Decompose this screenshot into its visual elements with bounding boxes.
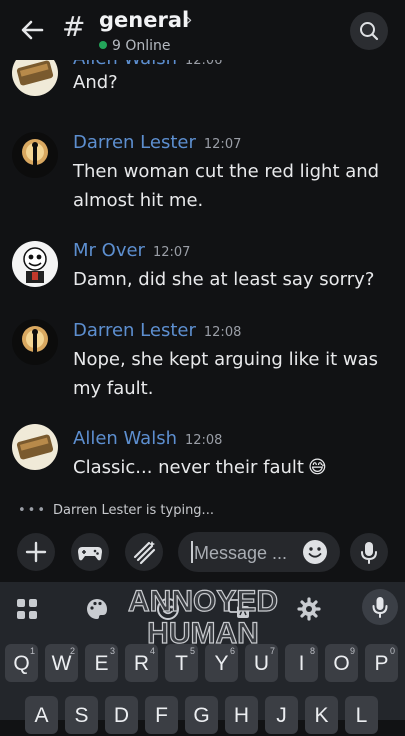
plus-icon (25, 541, 47, 563)
activities-button[interactable] (71, 533, 109, 571)
key-d[interactable]: D (105, 696, 138, 734)
key-label: U (253, 652, 270, 675)
gamepad-icon (78, 547, 102, 561)
key-s[interactable]: S (65, 696, 98, 734)
message-text: Damn, did she at least say sorry? (73, 269, 375, 290)
search-icon (360, 22, 379, 41)
key-label: E (94, 652, 109, 675)
typing-text: Darren Lester is typing... (53, 503, 214, 518)
online-text: 9 Online (112, 38, 171, 54)
message-composer (0, 525, 405, 580)
key-label: I (298, 652, 305, 675)
apps-grid-icon[interactable] (14, 596, 40, 622)
message-text: Classic... never their fault 😅 (73, 453, 393, 482)
smiley-icon (303, 540, 327, 564)
channel-name[interactable]: general (99, 8, 189, 32)
key-label: T (175, 652, 188, 675)
message-list[interactable]: Allen Walsh 12:06 And? Darren Lester 12:07… (0, 60, 405, 520)
message-text: Then woman cut the red light and almost … (73, 161, 380, 211)
avatar[interactable] (12, 60, 58, 96)
author-label: Darren Lester (73, 320, 196, 341)
back-arrow-icon[interactable] (18, 16, 46, 44)
key-q[interactable]: Q1 (5, 644, 38, 682)
key-f[interactable]: F (145, 696, 178, 734)
message-input[interactable] (192, 541, 296, 565)
key-a[interactable]: A (25, 696, 58, 734)
add-attachment-button[interactable] (17, 533, 55, 571)
apps-button[interactable] (125, 533, 163, 571)
key-i[interactable]: I8 (285, 644, 318, 682)
author-name[interactable]: Darren Lester 12:07 (73, 132, 241, 153)
key-number-hint: 1 (29, 646, 35, 656)
keyboard-voice-button[interactable] (362, 589, 398, 625)
avatar[interactable] (12, 241, 58, 287)
online-count: 9 Online (99, 38, 171, 54)
typing-dots-icon: ••• (18, 503, 48, 518)
timestamp: 12:08 (184, 433, 223, 448)
timestamp: 12:08 (203, 325, 242, 340)
key-k[interactable]: K (305, 696, 338, 734)
key-label: Y (214, 652, 229, 675)
author-name[interactable]: Mr Over 12:07 (73, 240, 190, 261)
key-p[interactable]: P0 (365, 644, 398, 682)
online-dot-icon (99, 41, 107, 49)
message-text: And? (73, 72, 118, 93)
typing-indicator: ••• Darren Lester is typing... (18, 503, 214, 518)
key-number-hint: 8 (309, 646, 315, 656)
key-w[interactable]: W2 (45, 644, 78, 682)
key-number-hint: 3 (109, 646, 115, 656)
key-h[interactable]: H (225, 696, 258, 734)
avatar[interactable] (12, 424, 58, 470)
microphone-icon (361, 542, 377, 564)
author-label: Mr Over (73, 240, 145, 261)
voice-message-button[interactable] (350, 533, 388, 571)
emoji-button[interactable] (301, 538, 329, 566)
author-name[interactable]: Darren Lester 12:08 (73, 320, 241, 341)
author-label: Darren Lester (73, 132, 196, 153)
message-text-body: Classic... never their fault (73, 457, 304, 478)
author-name[interactable]: Allen Walsh 12:08 (73, 428, 222, 449)
chevron-right-icon[interactable]: › (186, 10, 192, 29)
timestamp: 12:07 (152, 245, 191, 260)
settings-gear-icon[interactable] (296, 596, 322, 622)
key-number-hint: 2 (69, 646, 75, 656)
apps-icon (133, 541, 156, 565)
key-number-hint: 0 (389, 646, 395, 656)
search-button[interactable] (350, 12, 388, 50)
timestamp: 12:06 (184, 60, 223, 68)
avatar[interactable] (12, 132, 58, 178)
key-j[interactable]: J (265, 696, 298, 734)
key-e[interactable]: E3 (85, 644, 118, 682)
key-label: O (333, 652, 350, 675)
channel-header: # general › 9 Online (0, 0, 405, 60)
key-label: R (133, 652, 150, 675)
key-label: W (51, 652, 72, 675)
timestamp: 12:07 (203, 137, 242, 152)
message-text: Nope, she kept arguing like it was my fa… (73, 349, 379, 399)
key-l[interactable]: L (345, 696, 378, 734)
key-o[interactable]: O9 (325, 644, 358, 682)
key-label: Q (13, 652, 30, 675)
message-input-container[interactable] (178, 532, 340, 572)
video-caption-overlay: ANNOYED HUMAN (127, 585, 278, 650)
microphone-icon (372, 597, 388, 618)
key-number-hint: 9 (349, 646, 355, 656)
palette-icon[interactable] (84, 596, 110, 622)
author-label: Allen Walsh (73, 428, 177, 449)
key-label: P (374, 652, 389, 675)
channel-hash-icon: # (62, 10, 86, 43)
avatar[interactable] (12, 319, 58, 365)
sweat-smile-emoji: 😅 (307, 457, 327, 478)
key-g[interactable]: G (185, 696, 218, 734)
